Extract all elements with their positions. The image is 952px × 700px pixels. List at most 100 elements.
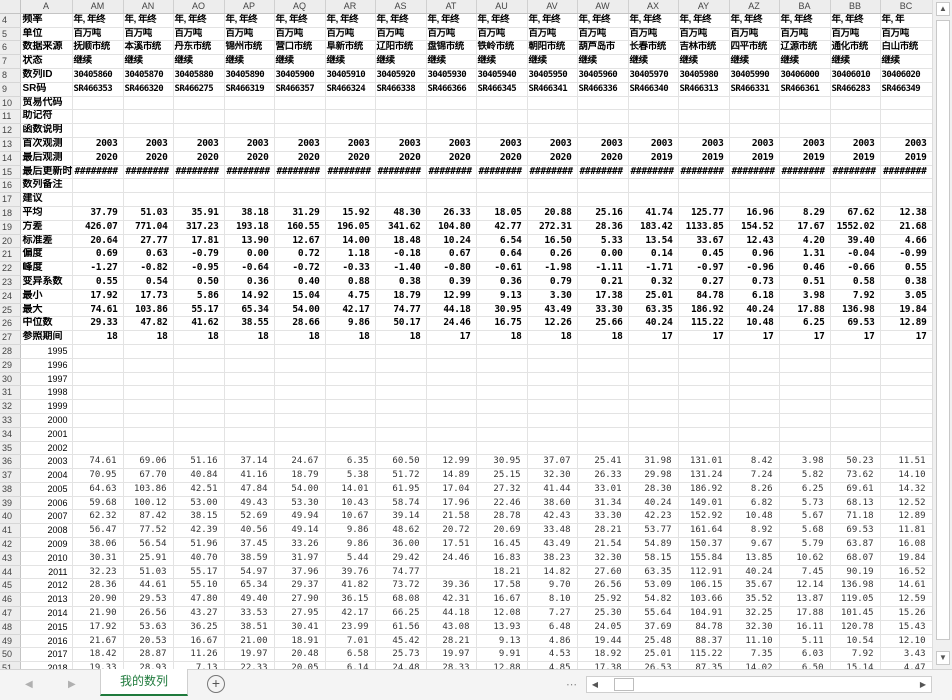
data-cell[interactable] [830, 413, 881, 428]
year-cell[interactable]: 2002 [20, 441, 73, 456]
data-cell[interactable]: 51.72 [375, 468, 427, 483]
data-cell[interactable]: 38.15 [173, 509, 225, 525]
data-cell[interactable]: 49.14 [274, 523, 326, 539]
data-cell[interactable] [779, 178, 831, 194]
data-cell[interactable]: 2020 [426, 151, 477, 166]
vertical-scrollbar[interactable]: ▲ ▼ [932, 0, 952, 669]
data-cell[interactable]: 25.41 [577, 454, 629, 470]
data-cell[interactable]: 103.66 [678, 592, 730, 608]
data-cell[interactable]: 29.98 [628, 468, 679, 483]
data-cell[interactable]: 26.56 [577, 578, 629, 594]
data-cell[interactable]: 0.51 [779, 275, 831, 290]
data-cell[interactable] [830, 96, 881, 111]
row-number[interactable]: 44 [0, 565, 21, 580]
data-cell[interactable] [426, 441, 477, 456]
column-header[interactable]: BB [830, 0, 881, 14]
data-cell[interactable]: 12.89 [880, 509, 932, 525]
data-cell[interactable]: 0.00 [224, 247, 275, 263]
data-cell[interactable]: 29.37 [274, 578, 326, 594]
data-cell[interactable] [729, 372, 780, 387]
data-cell[interactable]: 抚顺市统 [72, 40, 124, 56]
data-cell[interactable] [274, 441, 326, 456]
data-cell[interactable]: 14.82 [527, 565, 578, 580]
data-cell[interactable] [72, 427, 124, 442]
data-cell[interactable]: 11.10 [729, 634, 780, 649]
data-cell[interactable]: 20.69 [476, 523, 528, 539]
data-cell[interactable]: -0.33 [325, 261, 376, 276]
data-cell[interactable]: 160.55 [274, 220, 326, 235]
data-cell[interactable] [880, 413, 932, 428]
data-cell[interactable] [880, 123, 932, 138]
data-cell[interactable]: 55.17 [173, 303, 225, 318]
data-cell[interactable] [426, 413, 477, 428]
data-cell[interactable]: 继续 [426, 54, 477, 69]
data-cell[interactable]: 30.41 [274, 620, 326, 635]
data-cell[interactable] [880, 427, 932, 442]
data-cell[interactable]: 43.49 [527, 303, 578, 318]
data-cell[interactable]: 百万吨 [577, 27, 629, 42]
data-cell[interactable]: 阜新市统 [325, 40, 376, 56]
data-cell[interactable] [678, 399, 730, 414]
data-cell[interactable] [678, 109, 730, 125]
data-cell[interactable] [476, 123, 528, 138]
data-cell[interactable]: 39.40 [830, 234, 881, 249]
data-cell[interactable]: 5.44 [325, 551, 376, 566]
data-cell[interactable] [173, 178, 225, 194]
data-cell[interactable]: 0.36 [476, 275, 528, 290]
data-cell[interactable] [527, 123, 578, 138]
data-cell[interactable] [779, 399, 831, 414]
data-cell[interactable]: 18 [173, 330, 225, 345]
data-cell[interactable]: 19.84 [880, 551, 932, 566]
data-cell[interactable]: 115.22 [678, 647, 730, 663]
data-cell[interactable]: 2019 [678, 151, 730, 166]
data-cell[interactable]: 54.82 [628, 592, 679, 608]
data-cell[interactable]: 104.91 [678, 606, 730, 621]
data-cell[interactable]: 21.67 [72, 634, 124, 649]
data-cell[interactable] [678, 358, 730, 373]
data-cell[interactable]: 0.55 [72, 275, 124, 290]
column-header[interactable]: AY [678, 0, 730, 14]
data-cell[interactable] [224, 123, 275, 138]
data-cell[interactable]: 152.92 [678, 509, 730, 525]
row-label[interactable]: 频率 [20, 13, 73, 28]
data-cell[interactable] [527, 344, 578, 359]
data-cell[interactable]: 30.95 [476, 454, 528, 470]
data-cell[interactable]: 16.83 [476, 551, 528, 566]
data-cell[interactable]: 40.56 [224, 523, 275, 539]
data-cell[interactable]: -0.64 [224, 261, 275, 276]
data-cell[interactable] [577, 96, 629, 111]
data-cell[interactable]: 48.30 [375, 206, 427, 221]
data-cell[interactable]: 30405940 [476, 68, 528, 83]
data-cell[interactable]: 15.92 [325, 206, 376, 221]
data-cell[interactable]: 百万吨 [224, 27, 275, 42]
year-cell[interactable]: 2010 [20, 551, 73, 566]
data-cell[interactable]: 193.18 [224, 220, 275, 235]
row-label[interactable]: 变异系数 [20, 275, 73, 290]
row-number[interactable]: 30 [0, 372, 21, 387]
data-cell[interactable]: 33.67 [678, 234, 730, 249]
data-cell[interactable]: 百万吨 [72, 27, 124, 42]
data-cell[interactable]: 10.67 [325, 509, 376, 525]
data-cell[interactable]: 7.13 [173, 661, 225, 669]
data-cell[interactable]: 9.67 [729, 537, 780, 552]
data-cell[interactable]: 17 [880, 330, 932, 345]
data-cell[interactable]: 14.01 [325, 482, 376, 497]
data-cell[interactable]: 54.89 [628, 537, 679, 552]
data-cell[interactable]: 5.68 [779, 523, 831, 539]
data-cell[interactable] [527, 96, 578, 111]
data-cell[interactable]: 51.96 [173, 537, 225, 552]
data-cell[interactable]: 186.92 [678, 482, 730, 497]
data-cell[interactable]: 7.27 [527, 606, 578, 621]
data-cell[interactable] [527, 372, 578, 387]
row-label[interactable]: 最小 [20, 289, 73, 304]
data-cell[interactable]: 25.91 [123, 551, 174, 566]
data-cell[interactable] [628, 109, 679, 125]
data-cell[interactable]: 25.48 [628, 634, 679, 649]
data-cell[interactable]: 17.96 [426, 496, 477, 511]
data-cell[interactable]: 4.66 [880, 234, 932, 249]
data-cell[interactable]: 69.53 [830, 316, 881, 332]
data-cell[interactable] [476, 427, 528, 442]
data-cell[interactable]: -1.40 [375, 261, 427, 276]
data-cell[interactable]: 31.34 [577, 496, 629, 511]
data-cell[interactable] [426, 192, 477, 207]
